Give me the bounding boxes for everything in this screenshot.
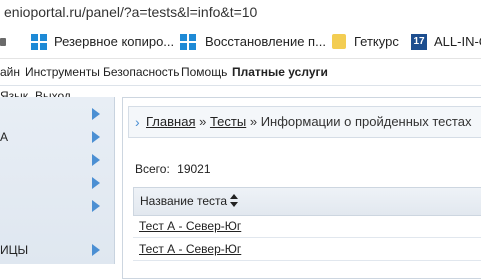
breadcrumb-separator: » — [249, 114, 258, 129]
menu-item-tools[interactable]: Инструменты — [25, 59, 100, 85]
column-header-test-name[interactable]: Название теста — [133, 187, 481, 216]
sort-icon[interactable] — [230, 194, 239, 208]
sidebar-item[interactable] — [0, 196, 114, 216]
total-label: Всего: — [135, 162, 170, 176]
sidebar-item[interactable] — [0, 173, 114, 193]
sidebar-item[interactable]: ИЦЫ — [0, 240, 114, 260]
url-text: enioportal.ru/panel/?a=tests&l=info&t=10 — [4, 4, 258, 20]
chevron-right-icon — [92, 177, 100, 189]
sidebar-item-label: ИЦЫ — [0, 243, 29, 257]
chevron-right-icon: › — [135, 114, 140, 130]
sidebar-item[interactable]: А — [0, 127, 114, 147]
breadcrumb-separator: » — [199, 114, 207, 129]
breadcrumb-current: Информации о пройденных тестах — [260, 114, 472, 129]
total-count: Всего: 19021 — [135, 162, 211, 176]
chevron-right-icon — [92, 108, 100, 120]
bookmark-label: ALL-IN-C — [434, 34, 481, 49]
chevron-right-icon — [92, 154, 100, 166]
menu-item-help[interactable]: Помощь — [181, 59, 227, 85]
sidebar-item[interactable] — [0, 104, 114, 124]
chevron-right-icon — [92, 200, 100, 212]
table-row: Тест А - Север-Юг — [133, 215, 481, 238]
chevron-right-icon — [92, 244, 100, 256]
main-menu: айн Инструменты Безопасность Помощь Плат… — [0, 59, 481, 86]
windows-icon — [180, 34, 196, 50]
sidebar-item-label: А — [0, 130, 9, 144]
address-bar[interactable]: enioportal.ru/panel/?a=tests&l=info&t=10 — [0, 0, 481, 26]
menu-item-paid-services[interactable]: Платные услуги — [232, 59, 328, 85]
breadcrumb-home-link[interactable]: Главная — [146, 114, 195, 129]
bookmarks-bar: Резервное копиро... Восстановление п... … — [0, 26, 481, 59]
breadcrumb: › Главная » Тесты » Информации о пройден… — [128, 106, 481, 138]
column-header-label: Название теста — [140, 194, 228, 208]
test-link[interactable]: Тест А - Север-Юг — [139, 215, 241, 237]
menu-item[interactable]: айн — [0, 59, 20, 85]
table-row: Тест А - Север-Юг — [133, 238, 481, 261]
sidebar-item[interactable] — [0, 150, 114, 170]
bookmark-label: Геткурс — [354, 34, 399, 49]
total-value: 19021 — [177, 162, 211, 176]
sidebar: А ИЦЫ — [0, 97, 115, 264]
menu-item-security[interactable]: Безопасность — [103, 59, 180, 85]
bookmark-label: Восстановление п... — [205, 34, 326, 49]
folder-icon — [332, 34, 346, 49]
seventeen-icon: 17 — [411, 34, 427, 50]
test-link[interactable]: Тест А - Север-Юг — [139, 238, 241, 260]
breadcrumb-tests-link[interactable]: Тесты — [210, 114, 246, 129]
windows-icon — [31, 34, 47, 50]
chevron-right-icon — [92, 131, 100, 143]
bookmark-label: Резервное копиро... — [54, 34, 175, 49]
